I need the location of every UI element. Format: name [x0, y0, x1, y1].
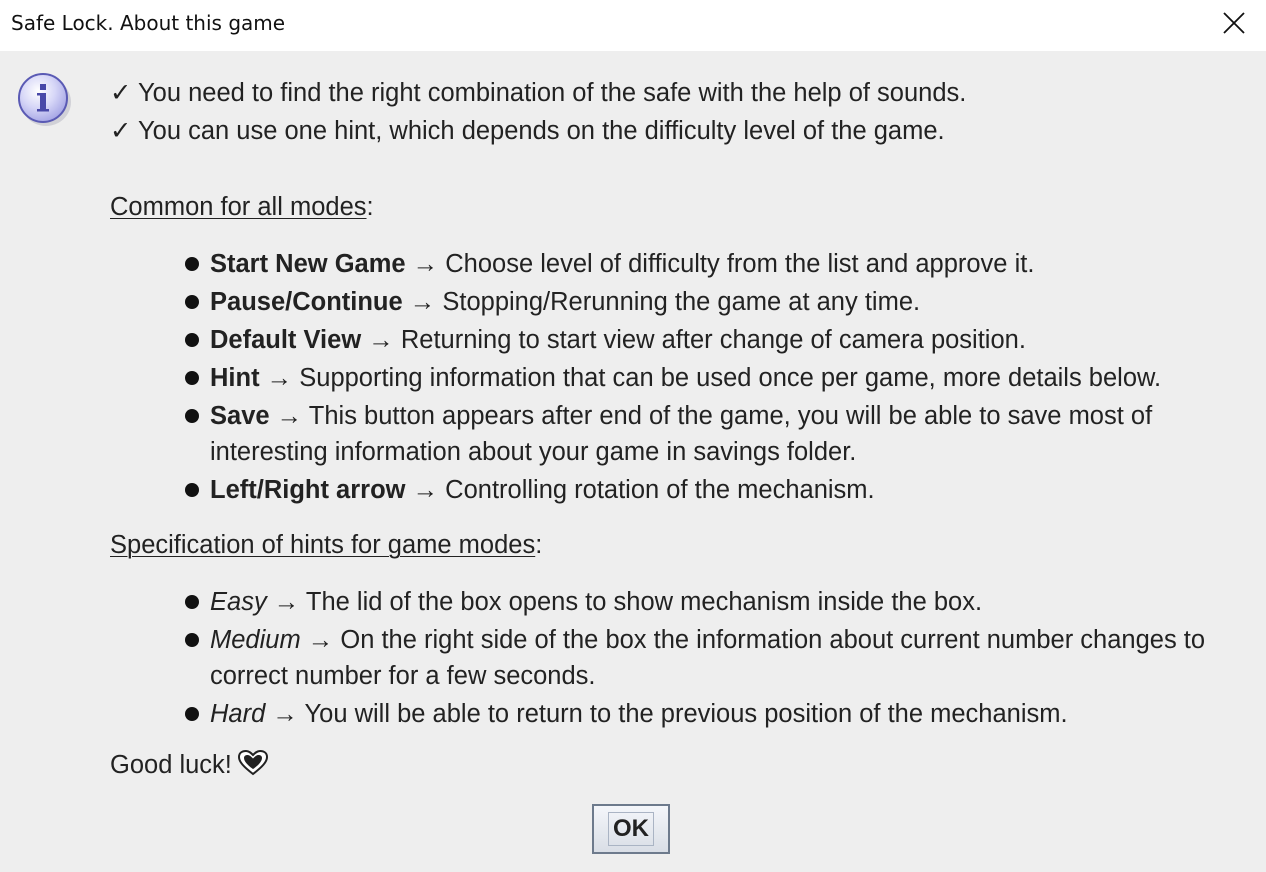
item-term: Medium [210, 626, 301, 654]
item-desc: → Choose level of difficulty from the li… [405, 250, 1035, 278]
check-line-2: ✓ You can use one hint, which depends on… [110, 117, 945, 145]
item-desc: → On the right side of the box the infor… [210, 626, 1206, 690]
dialog-window: Safe Lock. About this game ✓ You need to… [0, 0, 1266, 872]
bullet-icon [185, 707, 199, 721]
item-term: Start New Game [210, 250, 406, 278]
list-item: Default View → Returning to start view a… [185, 322, 1260, 358]
good-luck-line: Good luck! [110, 746, 1260, 784]
item-desc: → Supporting information that can be use… [259, 364, 1162, 392]
list-item: Hard → You will be able to return to the… [185, 696, 1260, 732]
item-term: Default View [210, 326, 362, 354]
item-desc: → Stopping/Rerunning the game at any tim… [402, 288, 921, 316]
list-item: Easy → The lid of the box opens to show … [185, 584, 1260, 620]
bullet-icon [185, 333, 199, 347]
hints-heading-text: Specification of hints for game modes [110, 531, 536, 559]
item-term: Hint [210, 364, 260, 392]
common-modes-list: Start New Game → Choose level of difficu… [110, 246, 1260, 508]
list-item: Medium → On the right side of the box th… [185, 622, 1260, 694]
item-term: Left/Right arrow [210, 476, 406, 504]
list-item: Save → This button appears after end of … [185, 398, 1260, 470]
list-item: Hint → Supporting information that can b… [185, 360, 1260, 396]
window-title: Safe Lock. About this game [11, 11, 286, 35]
bullet-icon [185, 257, 199, 271]
hints-heading: Specification of hints for game modes: [110, 531, 543, 559]
close-button[interactable] [1214, 4, 1254, 42]
heart-icon [237, 750, 268, 776]
good-luck-text: Good luck! [110, 751, 232, 779]
title-bar: Safe Lock. About this game [0, 0, 1266, 51]
bullet-icon [185, 295, 199, 309]
item-desc: → This button appears after end of the g… [210, 402, 1153, 466]
common-modes-heading: Common for all modes: [110, 193, 374, 221]
info-icon [18, 73, 71, 126]
list-item: Pause/Continue → Stopping/Rerunning the … [185, 284, 1260, 320]
hints-list: Easy → The lid of the box opens to show … [110, 584, 1260, 732]
list-item: Start New Game → Choose level of difficu… [185, 246, 1260, 282]
bullet-icon [185, 483, 199, 497]
dialog-message: ✓ You need to find the right combination… [110, 74, 1260, 784]
item-desc: → The lid of the box opens to show mecha… [266, 588, 983, 616]
bullet-icon [185, 595, 199, 609]
item-desc: → Returning to start view after change o… [361, 326, 1026, 354]
item-desc: → You will be able to return to the prev… [265, 700, 1068, 728]
list-item: Left/Right arrow → Controlling rotation … [185, 472, 1260, 508]
ok-button-label: OK [608, 812, 654, 846]
common-modes-heading-text: Common for all modes [110, 193, 367, 221]
check-line-1: ✓ You need to find the right combination… [110, 79, 967, 107]
bullet-icon [185, 409, 199, 423]
ok-button[interactable]: OK [592, 804, 670, 854]
item-term: Save [210, 402, 270, 430]
bullet-icon [185, 371, 199, 385]
bullet-icon [185, 633, 199, 647]
item-term: Easy [210, 588, 267, 616]
item-desc: → Controlling rotation of the mechanism. [405, 476, 875, 504]
item-term: Hard [210, 700, 266, 728]
item-term: Pause/Continue [210, 288, 403, 316]
close-icon [1223, 12, 1245, 34]
